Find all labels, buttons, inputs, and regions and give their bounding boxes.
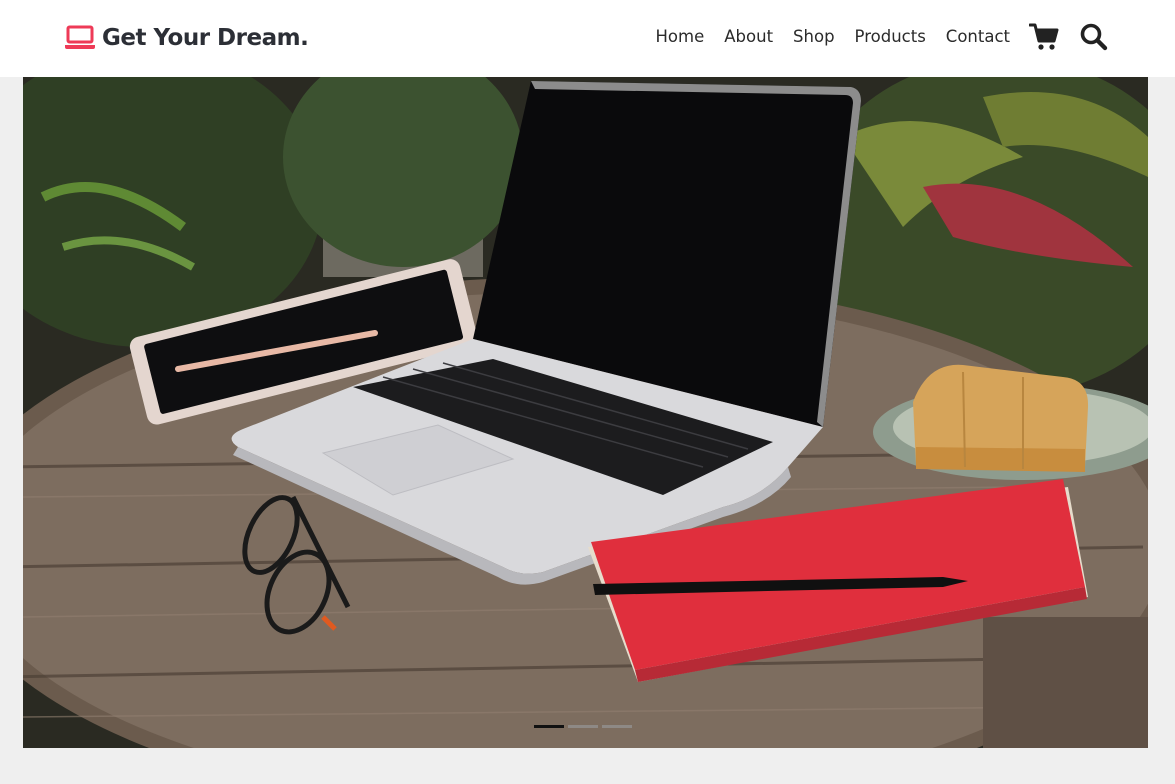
search-icon[interactable] (1079, 22, 1109, 52)
main-nav: Home About Shop Products Contact (656, 26, 1010, 48)
nav-link-shop[interactable]: Shop (793, 26, 835, 48)
navbar: Get Your Dream. Home About Shop Products… (0, 0, 1175, 77)
laptop-icon (65, 25, 95, 49)
nav-link-home[interactable]: Home (656, 26, 705, 48)
hero-image (23, 77, 1148, 748)
brand-name: Get Your Dream. (102, 25, 309, 51)
nav-link-contact[interactable]: Contact (946, 26, 1010, 48)
carousel-indicators (534, 725, 632, 728)
hero-carousel[interactable] (23, 77, 1148, 748)
carousel-indicator-2[interactable] (568, 725, 598, 728)
carousel-indicator-1[interactable] (534, 725, 564, 728)
carousel-indicator-3[interactable] (602, 725, 632, 728)
nav-link-products[interactable]: Products (855, 26, 926, 48)
nav-link-about[interactable]: About (724, 26, 773, 48)
cart-icon[interactable] (1029, 22, 1059, 52)
brand-logo[interactable]: Get Your Dream. (64, 22, 309, 54)
